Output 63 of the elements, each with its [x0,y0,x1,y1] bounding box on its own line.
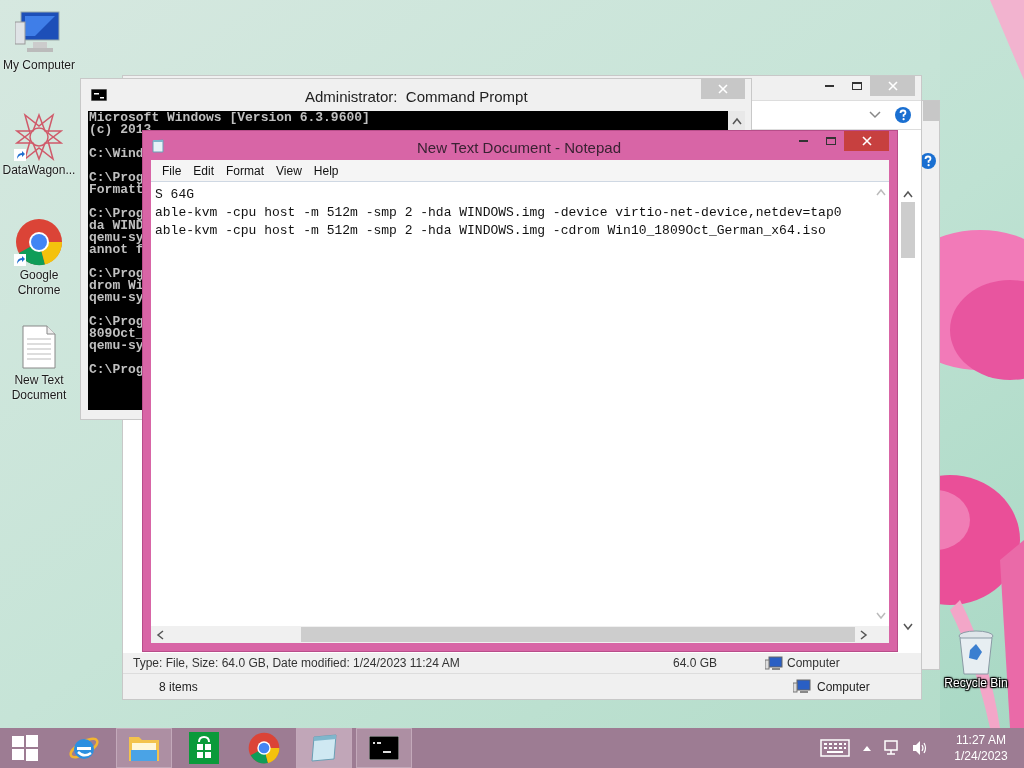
chrome-icon [248,732,280,764]
console-line: qemu-sy [89,292,144,304]
text-line: able-kvm -cpu host -m 512m -smp 2 -hda WINDOWS.img -cdrom Win10_1809Oct_German_x64.iso [155,222,827,240]
star-icon [15,113,63,161]
text-line: able-kvm -cpu host -m 512m -smp 2 -hda WINDOWS.img -device virtio-net-device,netdev=tap0 [155,204,843,222]
speaker-icon[interactable] [912,740,928,756]
recycle-bin-icon [957,630,995,676]
console-line: drom Wi [89,280,144,292]
item-count: 8 items [158,678,199,696]
chrome-icon [15,218,63,266]
console-line: C:\Prog [89,364,144,376]
clock-time[interactable]: 11:27 AM [956,732,1006,748]
console-line: C:\Prog [89,316,144,328]
notepad-icon [308,733,340,763]
console-line: da WIND [89,220,144,232]
close-icon [861,136,872,146]
menu-item[interactable]: Help [308,161,344,180]
console-line: C:\Prog [89,268,144,280]
location-text: Computer [786,655,840,672]
window-title: Administrator: Command Prompt [305,87,528,107]
text-line: S 64G [155,186,195,204]
menu-item[interactable]: Format [221,161,270,180]
network-icon[interactable] [884,740,900,756]
desktop-icon-label[interactable]: Google Chrome [0,268,78,298]
window-title: New Text Document - Notepad [417,138,621,158]
console-line: C:\Prog [89,208,144,220]
size-text: 64.0 GB [673,655,719,672]
store-bag-icon [189,732,219,764]
console-line: Formatt [89,184,144,196]
computer-icon [15,10,63,54]
computer-icon [765,655,783,671]
chevron-down-icon[interactable] [869,111,881,119]
close-icon [887,81,898,91]
shortcut-arrow-icon [14,149,26,161]
console-icon [91,89,107,101]
desktop-icon-label[interactable]: New Text Document [0,373,78,403]
close-icon [718,84,728,94]
chevron-up-icon[interactable] [862,745,872,751]
console-icon [369,736,399,760]
console-line: qemu-sy [89,340,144,352]
help-icon [895,107,911,123]
console-line: 809Oct_ [89,328,144,340]
console-line: Microsoft Windows [Version 6.3.9600] [89,112,370,124]
shortcut-arrow-icon [14,254,26,266]
scrollbar-thumb[interactable] [901,202,915,258]
details-summary: Type: File, Size: 64.0 GB, Date modified: 1/24/2023 11:24 AM [132,655,461,672]
console-line: C:\Prog [89,172,144,184]
clock-date[interactable]: 1/24/2023 [954,748,1008,764]
desktop-icon-label[interactable]: DataWagon... [0,163,78,178]
windows-logo-icon [12,735,38,761]
close-button[interactable] [844,131,889,151]
scrollbar-thumb[interactable] [301,627,855,642]
desktop-icon-label[interactable]: My Computer [0,58,78,73]
menu-item[interactable]: View [271,161,307,180]
document-icon [21,325,57,369]
taskbar-button[interactable] [356,728,412,768]
menu-item[interactable]: File [157,161,187,180]
keyboard-icon[interactable] [820,739,850,757]
menu-item[interactable]: Edit [188,161,220,180]
notepad-icon [151,138,165,153]
computer-icon [793,679,811,694]
location-text: Computer [816,678,870,696]
console-line: qemu-sy [89,232,144,244]
